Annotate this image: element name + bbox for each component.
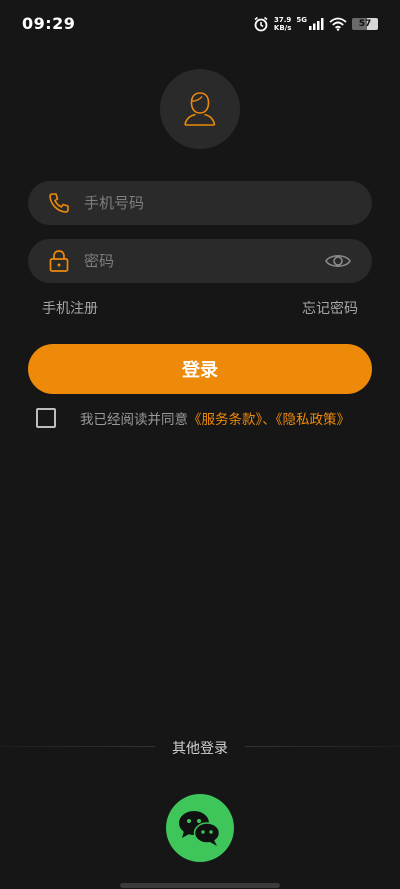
signal-icon [309,18,324,30]
agreement-checkbox[interactable] [36,408,56,428]
wechat-login-button[interactable] [166,794,234,862]
privacy-link[interactable]: 《隐私政策》 [276,412,350,428]
user-icon [184,92,216,126]
phone-field[interactable] [28,181,372,225]
net-speed-value: 37.9 [273,16,292,24]
phone-input[interactable] [82,193,306,213]
agreement-separator: 、 [262,412,276,428]
register-link[interactable]: 手机注册 [42,298,98,318]
agreement-row: 我已经阅读并同意《服务条款》、《隐私政策》 [36,407,376,429]
lock-icon [44,248,74,274]
status-bar: 09:29 37.9 KB/s 5G 57 [0,0,400,48]
login-button[interactable]: 登录 [28,344,372,394]
battery-level: 57 [358,19,372,29]
password-field[interactable] [28,239,372,283]
agreement-text: 我已经阅读并同意《服务条款》、《隐私政策》 [80,408,350,428]
wechat-icon [179,811,221,846]
agreement-prefix: 我已经阅读并同意 [80,412,188,428]
status-time: 09:29 [22,14,76,33]
terms-link[interactable]: 《服务条款》 [188,412,262,428]
phone-icon [44,190,74,216]
forgot-password-link[interactable]: 忘记密码 [302,298,358,318]
alarm-icon [254,16,268,32]
network-type: 5G [296,16,307,24]
home-indicator[interactable] [120,883,280,888]
net-speed: 37.9 KB/s [274,16,291,32]
wifi-icon [329,17,347,31]
net-speed-unit: KB/s [273,24,292,32]
avatar [160,69,240,149]
other-login-label: 其他登录 [172,741,228,757]
password-input[interactable] [82,251,306,271]
eye-icon[interactable] [324,251,352,271]
battery-icon: 57 [352,18,378,30]
status-icons: 37.9 KB/s 5G 57 [253,14,378,34]
